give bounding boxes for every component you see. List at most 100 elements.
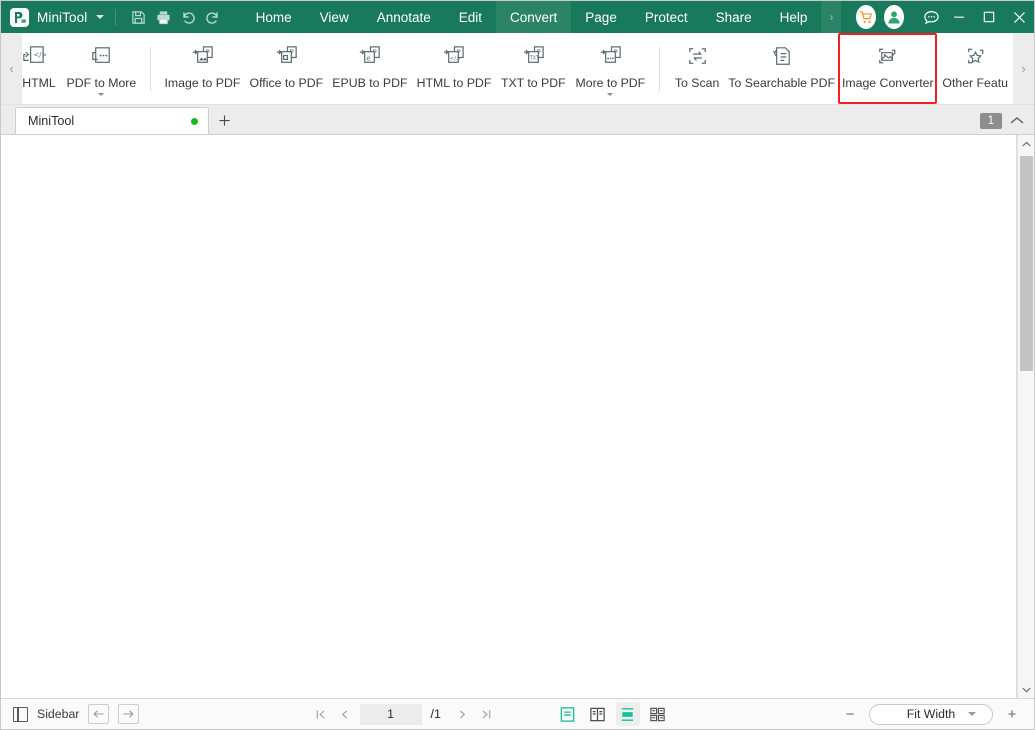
back-button[interactable] (88, 704, 110, 724)
new-tab-button[interactable] (209, 107, 239, 134)
ribbon-label: o HTML (22, 76, 56, 90)
ribbon-label: More to PDF (575, 76, 646, 90)
ribbon-item-epub-to-pdf[interactable]: P e EPUB to PDF (328, 33, 412, 104)
user-account-icon[interactable] (883, 5, 904, 29)
ribbon-item-image-to-pdf[interactable]: P Image to PDF (160, 33, 245, 104)
svg-text:</>: </> (450, 55, 461, 61)
close-button[interactable] (1004, 1, 1034, 33)
ribbon-label: Other Featu (942, 76, 1008, 90)
ribbon-label: EPUB to PDF (332, 76, 408, 90)
menu-item-annotate[interactable]: Annotate (363, 1, 445, 33)
svg-text:TXT: TXT (529, 55, 539, 61)
minimize-button[interactable] (944, 1, 974, 33)
first-page-button[interactable] (310, 703, 331, 725)
menu-item-help[interactable]: Help (766, 1, 822, 33)
office-to-pdf-icon: P (273, 41, 300, 71)
document-tab[interactable]: MiniTool (15, 107, 209, 134)
menu-item-edit[interactable]: Edit (445, 1, 496, 33)
pdf-page-canvas[interactable] (1, 135, 1017, 698)
status-bar-left: Sidebar (13, 704, 140, 724)
ribbon-label: To Searchable PDF (728, 76, 836, 90)
ribbon-label: Image to PDF (164, 76, 241, 90)
scrollbar-track[interactable] (1018, 152, 1035, 681)
ribbon-item-to-scan[interactable]: To Scan (669, 33, 725, 104)
maximize-button[interactable] (974, 1, 1004, 33)
ribbon-label: To Scan (674, 76, 720, 90)
other-features-icon (962, 41, 989, 71)
ribbon-label: PDF to More (66, 76, 137, 90)
ribbon-label: TXT to PDF (500, 76, 566, 90)
sidebar-toggle-label[interactable]: Sidebar (37, 707, 79, 721)
zoom-out-button[interactable]: − (840, 704, 860, 724)
zoom-level-dropdown[interactable]: Fit Width (868, 703, 993, 725)
to-scan-icon (684, 41, 711, 71)
zoom-in-button[interactable]: + (1002, 704, 1022, 724)
menu-item-home[interactable]: Home (242, 1, 306, 33)
chevron-right-icon[interactable]: › (821, 1, 842, 33)
last-page-button[interactable] (476, 703, 497, 725)
zoom-level-label: Fit Width (906, 707, 956, 721)
undo-button[interactable] (176, 4, 201, 30)
page-total-label: /1 (430, 707, 441, 721)
menu-item-view[interactable]: View (306, 1, 363, 33)
prev-page-button[interactable] (334, 703, 355, 725)
next-page-button[interactable] (452, 703, 473, 725)
ribbon-label: Office to PDF (249, 76, 324, 90)
image-converter-icon (874, 41, 901, 71)
page-count-badge: 1 (979, 112, 1002, 129)
ribbon-item-more-to-pdf[interactable]: P More to PDF (571, 33, 650, 104)
divider (115, 8, 117, 26)
txt-to-pdf-icon: P TXT (520, 41, 547, 71)
redo-button[interactable] (201, 4, 226, 30)
pdf-to-html-icon: </> (22, 41, 47, 71)
grid-thumbnail-view-button[interactable] (646, 702, 670, 726)
pdf-to-more-icon (88, 41, 115, 71)
ribbon-item-to-searchable-pdf[interactable]: To Searchable PDF (725, 33, 838, 104)
page-navigation: 1 /1 (310, 702, 670, 726)
scroll-down-button[interactable] (1018, 681, 1035, 698)
single-page-view-button[interactable] (556, 702, 580, 726)
ribbon-item-txt-to-pdf[interactable]: P TXT TXT to PDF (496, 33, 571, 104)
image-to-pdf-icon: P (189, 41, 216, 71)
shopping-cart-icon[interactable] (856, 5, 876, 29)
status-bar: Sidebar 1 /1 − Fit Width + (1, 698, 1034, 729)
application-window: MiniTool Home View Annotate Edit Convert… (0, 0, 1035, 730)
forward-button[interactable] (118, 704, 140, 724)
document-tab-strip: MiniTool 1 (1, 105, 1034, 135)
chevron-up-icon[interactable] (1010, 116, 1028, 125)
menu-item-convert[interactable]: Convert (496, 1, 572, 33)
continuous-scroll-view-button[interactable] (615, 702, 640, 726)
epub-to-pdf-icon: P e (356, 41, 383, 71)
vertical-scrollbar[interactable] (1017, 135, 1034, 698)
scrollbar-thumb[interactable] (1019, 156, 1033, 371)
svg-text:</>: </> (34, 50, 48, 58)
ribbon-item-other-features[interactable]: Other Featu (937, 33, 1013, 104)
scroll-up-button[interactable] (1018, 135, 1035, 152)
pdf-logo-icon (10, 7, 29, 27)
menu-item-page[interactable]: Page (571, 1, 631, 33)
to-searchable-pdf-icon (768, 41, 795, 71)
print-button[interactable] (151, 4, 176, 30)
ribbon-item-pdf-to-html[interactable]: </> o HTML (22, 33, 62, 104)
chevron-down-icon[interactable] (607, 93, 614, 96)
menu-item-protect[interactable]: Protect (631, 1, 702, 33)
app-logo-group: MiniTool (1, 7, 105, 27)
tab-strip-right-controls: 1 (979, 107, 1034, 134)
ribbon-item-list: </> o HTML PDF to More (22, 33, 1013, 104)
ribbon-scroll-right-button[interactable]: › (1013, 33, 1034, 104)
ribbon-item-image-converter[interactable]: Image Converter (838, 33, 938, 104)
ribbon-scroll-left-button[interactable]: ‹ (1, 33, 22, 104)
page-number-input[interactable]: 1 (359, 703, 422, 725)
menu-item-share[interactable]: Share (702, 1, 766, 33)
ribbon-item-office-to-pdf[interactable]: P Office to PDF (245, 33, 328, 104)
save-button[interactable] (126, 4, 151, 30)
ribbon-item-html-to-pdf[interactable]: P </> HTML to PDF (412, 33, 496, 104)
main-menu: Home View Annotate Edit Convert Page Pro… (242, 1, 842, 33)
chat-bubble-icon[interactable] (918, 1, 945, 33)
html-to-pdf-icon: P </> (440, 41, 467, 71)
ribbon-item-pdf-to-more[interactable]: PDF to More (62, 33, 141, 104)
two-page-view-button[interactable] (586, 702, 610, 726)
chevron-down-icon[interactable] (98, 93, 105, 96)
sidebar-panel-icon[interactable] (13, 706, 28, 722)
chevron-down-icon[interactable] (96, 15, 105, 19)
